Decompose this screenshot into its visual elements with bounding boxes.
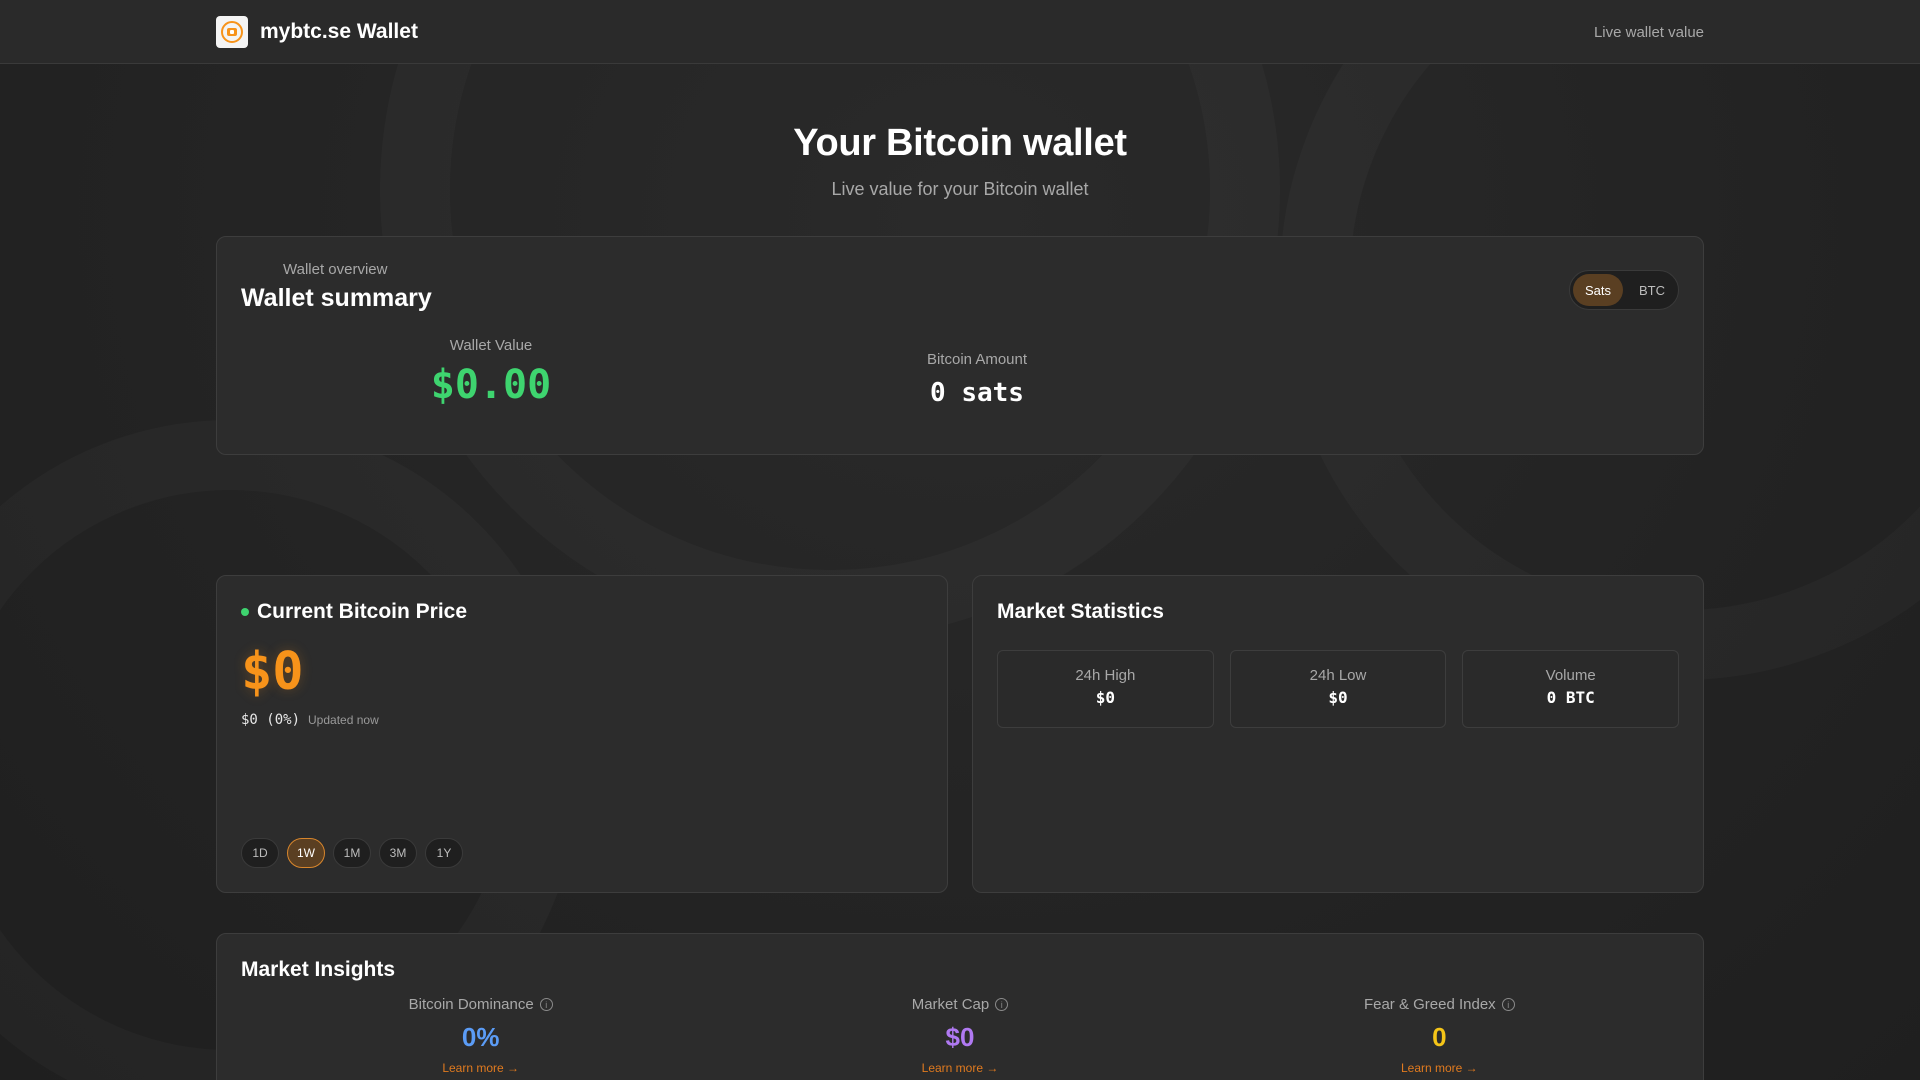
market-insights-card: Market Insights Bitcoin Dominance i 0% L…	[216, 933, 1704, 1080]
price-card-title: Current Bitcoin Price	[257, 600, 468, 623]
stat-label: Volume	[1545, 667, 1596, 684]
stat-24h-high: 24h High $0	[997, 650, 1214, 728]
time-range-selector: 1D 1W 1M 3M 1Y	[241, 838, 463, 868]
bitcoin-amount-label: Bitcoin Amount	[926, 351, 1028, 368]
range-3m[interactable]: 3M	[379, 838, 417, 868]
insight-label: Market Cap	[911, 996, 990, 1013]
learn-more-link[interactable]: Learn more →	[720, 1061, 1199, 1075]
learn-more-link[interactable]: Learn more →	[241, 1061, 720, 1075]
info-icon[interactable]: i	[539, 998, 553, 1011]
stat-24h-low: 24h Low $0	[1229, 650, 1447, 728]
wallet-title: Wallet summary	[241, 284, 432, 312]
hero: Your Bitcoin wallet Live value for your …	[216, 64, 1704, 200]
range-1d[interactable]: 1D	[241, 838, 279, 868]
wallet-summary-card: Wallet overview Wallet summary Sats BTC …	[216, 236, 1704, 455]
brand-title: mybtc.se Wallet	[260, 20, 418, 43]
info-icon[interactable]: i	[995, 998, 1009, 1011]
bitcoin-amount: 0 sats	[930, 378, 1024, 408]
learn-more-link[interactable]: Learn more →	[1200, 1061, 1679, 1075]
unit-toggle-btn[interactable]: BTC	[1627, 274, 1677, 306]
page-title: Your Bitcoin wallet	[793, 122, 1127, 164]
top-navbar: mybtc.se Wallet Live wallet value	[0, 0, 1920, 64]
live-indicator-dot	[241, 608, 249, 616]
stat-value: $0	[1328, 688, 1348, 707]
current-price-card: Current Bitcoin Price $0 $0 (0%) Updated…	[216, 575, 948, 893]
insight-label: Bitcoin Dominance	[408, 996, 534, 1013]
insight-label: Fear & Greed Index	[1363, 996, 1496, 1013]
stat-value: 0 BTC	[1546, 688, 1595, 707]
range-1y[interactable]: 1Y	[425, 838, 463, 868]
insight-market-cap: Market Cap i $0 Learn more →	[720, 996, 1199, 1075]
wallet-value-label: Wallet Value	[449, 337, 533, 354]
price-updated: Updated now	[308, 713, 379, 727]
bitcoin-amount-stat: Bitcoin Amount 0 sats	[877, 351, 1077, 408]
brand[interactable]: mybtc.se Wallet	[216, 16, 418, 48]
range-1m[interactable]: 1M	[333, 838, 371, 868]
unit-toggle: Sats BTC	[1569, 270, 1679, 310]
unit-toggle-sats[interactable]: Sats	[1573, 274, 1624, 306]
price-change: $0 (0%)	[241, 712, 301, 728]
insight-value: 0	[1432, 1022, 1447, 1052]
stat-label: 24h Low	[1309, 667, 1367, 684]
bitcoin-wallet-icon	[216, 16, 248, 48]
page-subtitle: Live value for your Bitcoin wallet	[831, 179, 1089, 199]
insight-bitcoin-dominance: Bitcoin Dominance i 0% Learn more →	[241, 996, 720, 1075]
stat-volume: Volume 0 BTC	[1462, 650, 1680, 728]
stat-value: $0	[1095, 688, 1115, 707]
wallet-value: $0.00	[430, 362, 552, 408]
wallet-value-stat: Wallet Value $0.00	[391, 337, 591, 408]
stat-label: 24h High	[1075, 667, 1136, 684]
market-statistics-title: Market Statistics	[997, 600, 1164, 623]
market-statistics-card: Market Statistics 24h High $0 24h Low $0…	[972, 575, 1704, 893]
main-content: Your Bitcoin wallet Live value for your …	[216, 64, 1704, 1080]
insight-fear-greed: Fear & Greed Index i 0 Learn more →	[1200, 996, 1679, 1075]
info-icon[interactable]: i	[1501, 998, 1515, 1011]
insight-value: $0	[945, 1022, 975, 1052]
wallet-eyebrow: Wallet overview	[283, 261, 388, 278]
bitcoin-price: $0	[241, 642, 304, 702]
insight-value: 0%	[461, 1022, 500, 1052]
range-1w[interactable]: 1W	[287, 838, 325, 868]
market-insights-title: Market Insights	[241, 958, 396, 981]
live-wallet-value-link[interactable]: Live wallet value	[1594, 24, 1704, 41]
